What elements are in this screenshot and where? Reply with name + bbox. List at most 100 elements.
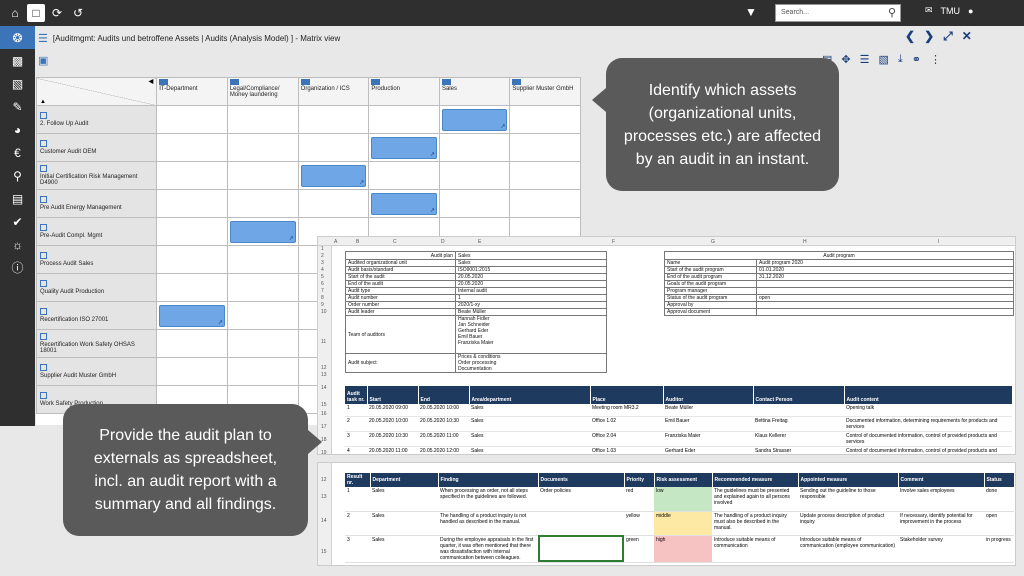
share-icon[interactable]: ⚭ xyxy=(912,53,921,66)
matrix-cell[interactable] xyxy=(368,105,440,134)
task-cell[interactable]: 20.05.2020 09:00 xyxy=(367,404,418,417)
task-cell[interactable]: Control of documented information, contr… xyxy=(844,431,1012,447)
column-letter[interactable]: C xyxy=(393,239,397,245)
user-name[interactable]: TMU xyxy=(941,6,961,16)
row-number[interactable]: 7 xyxy=(321,288,324,294)
audit-program-value[interactable] xyxy=(756,287,1014,295)
task-cell[interactable]: Sales xyxy=(469,404,590,417)
finding-cell[interactable]: The handling of a product inquiry is not… xyxy=(438,511,538,536)
sidebar-item-info[interactable]: ⓘ xyxy=(0,256,35,279)
audit-program-value[interactable] xyxy=(756,280,1014,288)
audit-plan-key[interactable]: Audit number xyxy=(345,294,456,302)
matrix-column-header[interactable]: Production xyxy=(368,77,440,106)
matrix-cell[interactable] xyxy=(226,161,299,190)
audit-plan-value[interactable]: Sales xyxy=(455,259,607,267)
task-column-header[interactable]: End xyxy=(418,386,470,404)
relation-marker[interactable] xyxy=(300,164,367,187)
relation-marker[interactable] xyxy=(441,108,508,131)
finding-cell[interactable]: open xyxy=(984,511,1014,536)
column-letter[interactable]: G xyxy=(711,239,715,245)
finding-cell[interactable]: red xyxy=(624,487,654,512)
finding-cell[interactable]: Update process description of product in… xyxy=(798,511,898,536)
sidebar-item-edit[interactable]: ✎ xyxy=(0,95,35,118)
audit-program-key[interactable]: Approval document xyxy=(664,308,757,316)
matrix-row-header[interactable]: Process Audit Sales xyxy=(36,245,158,274)
finding-column-header[interactable]: Priority xyxy=(624,473,655,487)
task-cell[interactable]: 20.05.2020 10:00 xyxy=(367,416,418,432)
matrix-cell[interactable] xyxy=(368,161,440,190)
task-cell[interactable]: 20.05.2020 10:00 xyxy=(418,404,469,417)
expand-icon[interactable]: ⤢ xyxy=(943,29,953,44)
finding-cell[interactable]: high xyxy=(654,535,712,563)
matrix-column-header[interactable]: Supplier Muster GmbH xyxy=(509,77,581,106)
finding-column-header[interactable]: Appointed measure xyxy=(798,473,899,487)
sidebar-item-ideas[interactable]: ☼ xyxy=(0,233,35,256)
history-icon[interactable]: ↺ xyxy=(69,4,87,22)
audit-program-key[interactable]: Start of the audit program xyxy=(664,266,757,274)
column-letter[interactable]: D xyxy=(441,239,445,245)
matrix-cell[interactable] xyxy=(297,105,370,134)
matrix-column-header[interactable]: IT-Department xyxy=(156,77,228,106)
column-letter[interactable]: E xyxy=(478,239,481,245)
task-cell[interactable]: 20.05.2020 10:30 xyxy=(367,431,418,447)
column-letter[interactable]: H xyxy=(803,239,807,245)
row-number[interactable]: 16 xyxy=(321,411,327,417)
finding-cell[interactable]: The handling of a product inquiry must a… xyxy=(712,511,798,536)
matrix-row-header[interactable]: Pre Audit Energy Management xyxy=(36,189,158,218)
sidebar-item-reports[interactable]: ▤ xyxy=(0,187,35,210)
task-cell[interactable]: Opening talk xyxy=(844,404,1012,417)
matrix-row-header[interactable]: Recertification Work Safety OHSAS 18001 xyxy=(36,329,158,358)
finding-column-header[interactable]: Status xyxy=(984,473,1015,487)
finding-cell[interactable]: Sales xyxy=(370,535,438,563)
audit-plan-value[interactable]: 2020/1-xy xyxy=(455,301,607,309)
row-number[interactable]: 12 xyxy=(321,365,327,371)
audit-plan-key[interactable]: Audit leader xyxy=(345,308,456,316)
sidebar-item-dashboard[interactable]: ◕ xyxy=(0,118,35,141)
task-cell[interactable]: Office 2.04 xyxy=(590,431,663,447)
finding-cell[interactable]: low xyxy=(654,487,712,512)
close-icon[interactable]: ✕ xyxy=(962,29,972,44)
finding-column-header[interactable]: Risk assessment xyxy=(654,473,713,487)
sidebar-item-models[interactable]: ▩ xyxy=(0,49,35,72)
audit-plan-value[interactable]: ISO9001:2015 xyxy=(455,266,607,274)
audit-program-value[interactable]: open xyxy=(756,294,1014,302)
finding-column-header[interactable]: Comment xyxy=(898,473,985,487)
user-icon[interactable]: ● xyxy=(968,6,973,16)
task-column-header[interactable]: Audit task nr. xyxy=(345,386,368,404)
audit-plan-value[interactable]: 1 xyxy=(455,294,607,302)
audit-plan-value[interactable]: Beate Müller xyxy=(455,308,607,316)
finding-cell[interactable]: Introduce suitable means of communicatio… xyxy=(712,535,798,563)
refresh-icon[interactable]: ⟳ xyxy=(48,4,66,22)
matrix-cell[interactable] xyxy=(156,273,228,302)
task-cell[interactable]: Gerhard Eder xyxy=(663,446,753,454)
matrix-row-header[interactable]: Pre-Audit Compl. Mgmt xyxy=(36,217,158,246)
task-cell[interactable]: Sales xyxy=(469,416,590,432)
audit-plan-key[interactable]: End of the audit xyxy=(345,280,456,288)
task-cell[interactable]: Sales xyxy=(469,431,590,447)
row-number[interactable]: 9 xyxy=(321,302,324,308)
task-cell[interactable]: 20.05.2020 12:00 xyxy=(418,446,469,454)
finding-cell[interactable]: If necessary, identify potential for imp… xyxy=(898,511,984,536)
finding-column-header[interactable]: Recommended measure xyxy=(712,473,799,487)
matrix-row-header[interactable]: 2. Follow Up Audit xyxy=(36,105,158,134)
finding-cell[interactable] xyxy=(538,535,624,563)
audit-program-key[interactable]: Approval by xyxy=(664,301,757,309)
task-cell[interactable]: Klaus Kellerer xyxy=(753,431,844,447)
matrix-cell[interactable] xyxy=(156,189,228,218)
chat-icon[interactable]: ✉ xyxy=(925,5,933,16)
task-cell[interactable]: Meeting room MR3.2 xyxy=(590,404,663,417)
row-number[interactable]: 1 xyxy=(321,246,324,252)
audit-program-value[interactable] xyxy=(756,301,1014,309)
task-cell[interactable]: Beate Müller xyxy=(663,404,753,417)
task-cell[interactable]: Documented information, determining requ… xyxy=(844,416,1012,432)
move-icon[interactable]: ✥ xyxy=(841,53,850,66)
audit-plan-key[interactable]: Start of the audit xyxy=(345,273,456,281)
matrix-cell[interactable] xyxy=(509,105,581,134)
matrix-cell[interactable] xyxy=(297,189,370,218)
sidebar-item-search[interactable]: ⚲ xyxy=(0,164,35,187)
finding-column-header[interactable]: Department xyxy=(370,473,439,487)
audit-program-key[interactable]: Program manager xyxy=(664,287,757,295)
matrix-cell[interactable] xyxy=(226,329,299,358)
task-cell[interactable]: 4 xyxy=(345,446,367,454)
row-number[interactable]: 10 xyxy=(321,309,327,315)
